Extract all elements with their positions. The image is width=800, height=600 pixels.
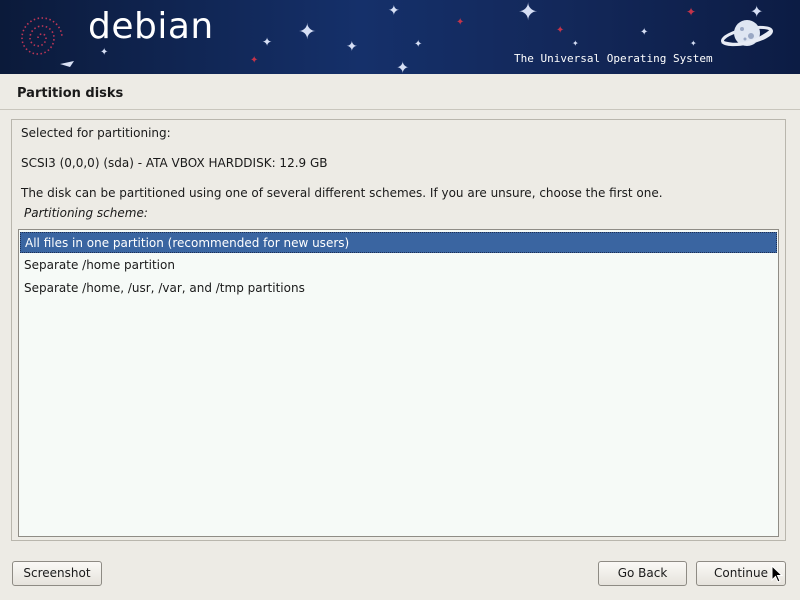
scheme-label: Partitioning scheme: xyxy=(24,206,148,220)
go-back-button[interactable]: Go Back xyxy=(598,561,687,586)
banner-tagline: The Universal Operating System xyxy=(514,52,713,65)
selected-label: Selected for partitioning: xyxy=(21,126,171,140)
star-icon: ✦ xyxy=(690,39,697,48)
list-item-separate-home-usr-var-tmp[interactable]: Separate /home, /usr, /var, and /tmp par… xyxy=(20,278,777,299)
star-icon: ✦ xyxy=(250,55,259,66)
star-icon: ✦ xyxy=(346,39,358,55)
star-icon: ✦ xyxy=(414,39,423,50)
page-title: Partition disks xyxy=(17,86,124,101)
star-icon: ✦ xyxy=(100,47,109,58)
title-divider xyxy=(0,109,800,110)
star-icon: ✦ xyxy=(556,25,565,36)
screenshot-button[interactable]: Screenshot xyxy=(12,561,102,586)
scheme-description: The disk can be partitioned using one of… xyxy=(21,186,663,200)
disk-description: SCSI3 (0,0,0) (sda) - ATA VBOX HARDDISK:… xyxy=(21,156,328,170)
star-icon: ✦ xyxy=(518,0,539,26)
star-icon: ✦ xyxy=(262,35,273,49)
star-icon: ✦ xyxy=(298,20,317,45)
planet-icon xyxy=(721,20,773,47)
debian-logo-text: debian xyxy=(88,6,214,47)
star-icon: ✦ xyxy=(686,5,697,19)
list-item-all-in-one[interactable]: All files in one partition (recommended … xyxy=(20,232,777,253)
debian-swirl-icon xyxy=(21,17,74,67)
star-icon: ✦ xyxy=(640,27,649,38)
list-item-separate-home[interactable]: Separate /home partition xyxy=(20,255,777,276)
star-icon: ✦ xyxy=(572,39,579,48)
mouse-pointer-icon xyxy=(771,565,783,583)
star-icon: ✦ xyxy=(396,58,410,75)
debian-banner: ✦ ✦ ✦ ✦ ✦ ✦ ✦ ✦ ✦ ✦ ✦ ✦ ✦ ✦ ✦ ✦ debian T… xyxy=(0,0,800,74)
partitioning-scheme-list[interactable]: All files in one partition (recommended … xyxy=(18,229,779,537)
star-icon: ✦ xyxy=(456,17,465,28)
star-icon: ✦ xyxy=(388,3,400,19)
